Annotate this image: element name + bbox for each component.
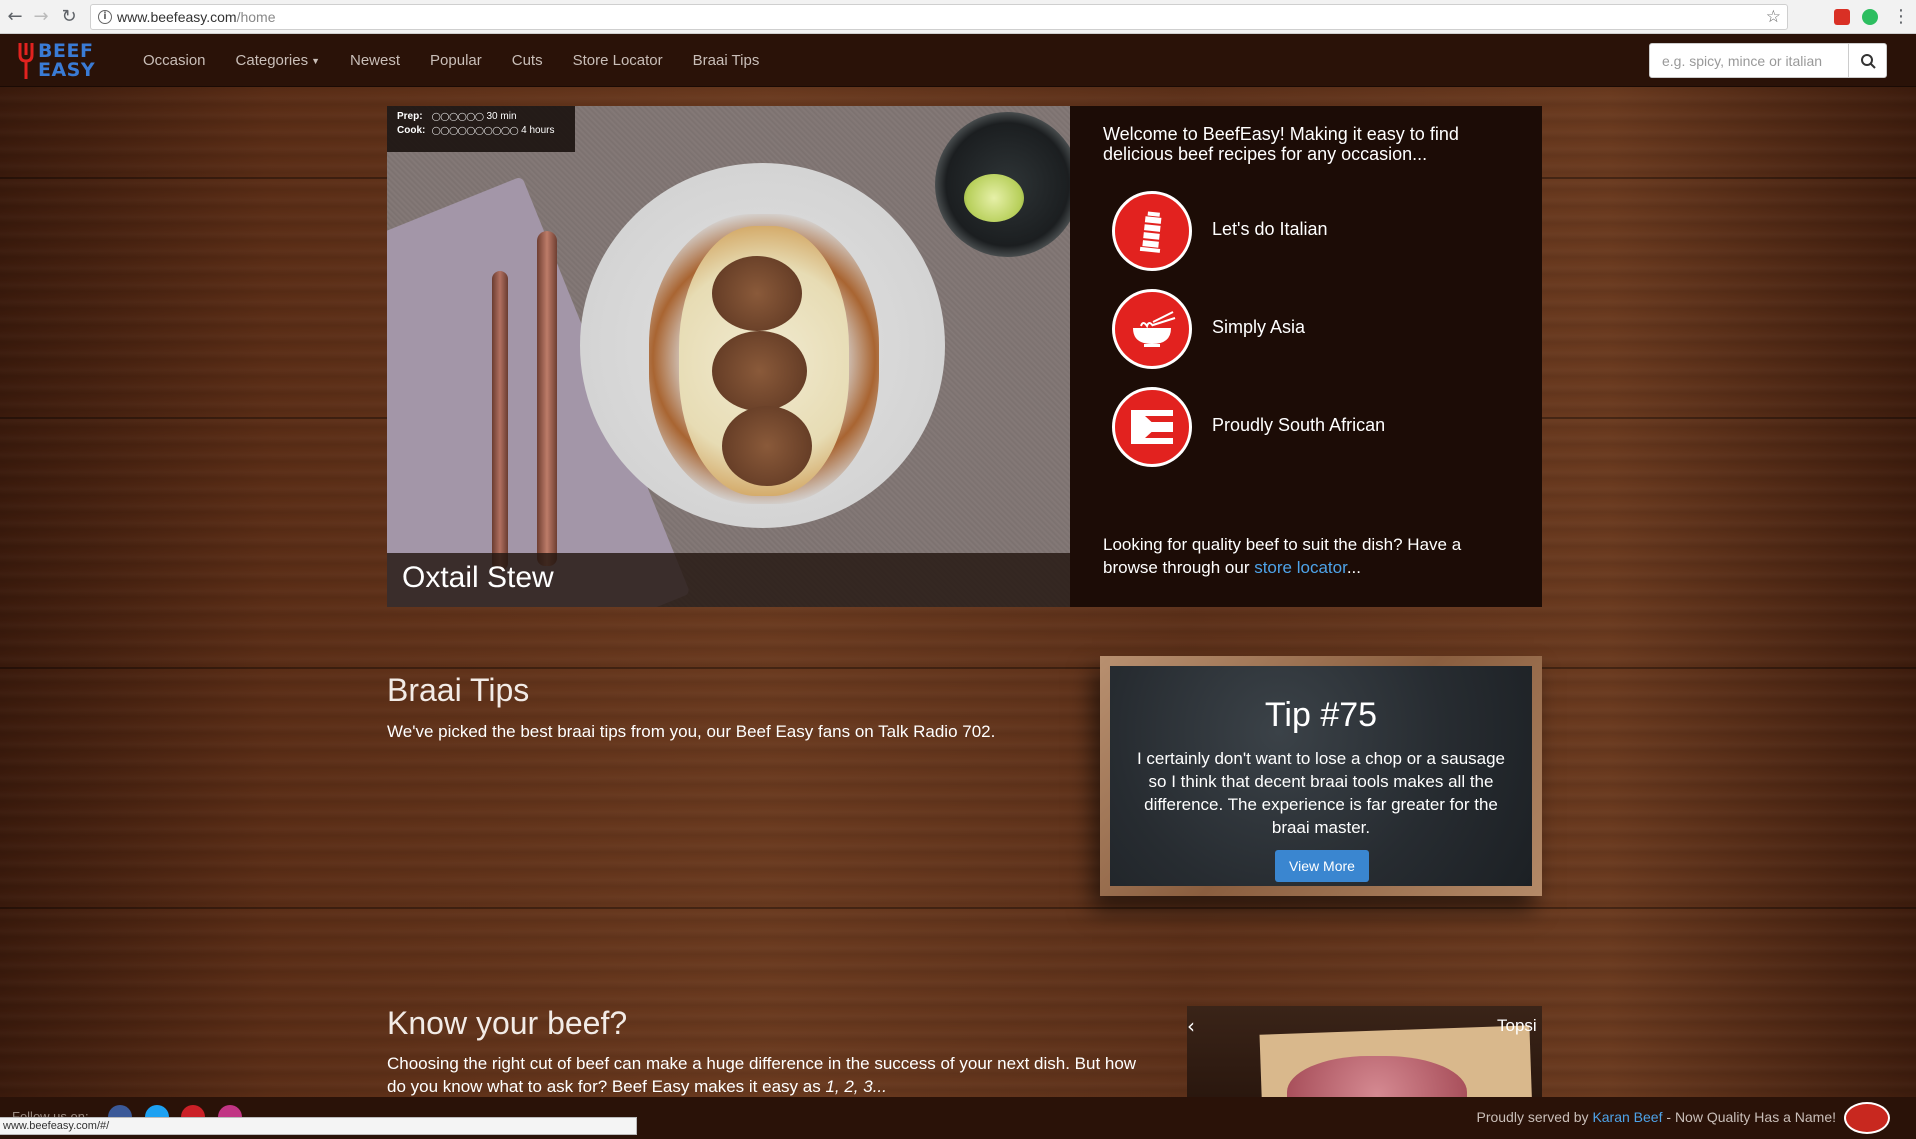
occasion-label: Proudly South African — [1212, 415, 1386, 435]
beef-easy-logo[interactable]: BEEF EASY — [18, 40, 108, 82]
cuts-carousel[interactable]: ‹ Topsi — [1187, 1006, 1542, 1097]
nav-occasion[interactable]: Occasion — [143, 34, 206, 87]
prep-label: Prep: — [397, 111, 423, 122]
evernote-extension-icon[interactable] — [1862, 9, 1878, 25]
nav-newest[interactable]: Newest — [350, 34, 400, 87]
browser-status-bar: www.beefeasy.com/#/ — [0, 1117, 637, 1135]
store-locator-blurb: Looking for quality beef to suit the dis… — [1103, 535, 1462, 577]
occasion-label: Simply Asia — [1212, 317, 1306, 337]
back-icon[interactable]: ← — [4, 6, 26, 28]
braai-tips-heading: Braai Tips — [387, 672, 530, 708]
tip-title: Tip #75 — [1264, 696, 1378, 734]
search-input[interactable] — [1649, 43, 1849, 78]
tip-text: I certainly don't want to lose a chop or… — [1136, 749, 1506, 837]
tip-slate: Tip #75 I certainly don't want to lose a… — [1110, 666, 1532, 886]
cook-rating-dots: ◯◯◯◯◯◯◯◯◯◯ — [431, 126, 519, 135]
nav-store-locator[interactable]: Store Locator — [573, 34, 663, 87]
search-form — [1649, 43, 1887, 78]
nav-popular[interactable]: Popular — [430, 34, 482, 87]
noodle-bowl-icon — [1133, 311, 1176, 347]
occasion-italian[interactable]: Let's do Italian — [1112, 191, 1512, 271]
leaning-tower-icon — [1139, 211, 1162, 253]
served-by-text: Proudly served by Karan Beef - Now Quali… — [1476, 1109, 1836, 1125]
bookmark-star-icon[interactable]: ☆ — [1766, 5, 1781, 29]
cook-time: 4 hours — [521, 125, 555, 136]
occasion-asia[interactable]: Simply Asia — [1112, 289, 1512, 369]
braai-tips-text: We've picked the best braai tips from yo… — [387, 722, 996, 741]
browser-menu-icon[interactable]: ⋮ — [1892, 6, 1910, 28]
recipe-caption[interactable]: Oxtail Stew — [387, 553, 1070, 607]
karan-beef-logo[interactable] — [1844, 1102, 1890, 1134]
main-nav: Occasion Categories ▼ Newest Popular Cuts… — [143, 34, 789, 87]
caret-down-icon: ▼ — [311, 55, 320, 66]
address-bar[interactable]: i www.beefeasy.com/home ☆ — [90, 4, 1788, 30]
view-more-button[interactable]: View More — [1275, 850, 1369, 882]
carousel-title: Topsi — [1497, 1016, 1537, 1035]
url-path: /home — [236, 9, 276, 25]
featured-recipe-image[interactable]: Prep: ◯◯◯◯◯◯ 30 min Cook: ◯◯◯◯◯◯◯◯◯◯ 4 h… — [387, 106, 1070, 607]
occasion-label: Let's do Italian — [1212, 219, 1328, 239]
forward-icon[interactable]: → — [30, 6, 52, 28]
know-beef-text: Choosing the right cut of beef can make … — [387, 1054, 1137, 1096]
fork-logo-icon — [18, 43, 34, 79]
reload-icon[interactable]: ↻ — [58, 6, 80, 28]
welcome-text: Welcome to BeefEasy! Making it easy to f… — [1103, 124, 1459, 164]
browser-toolbar: ← → ↻ i www.beefeasy.com/home ☆ ⋮ — [0, 0, 1916, 34]
recipe-times: Prep: ◯◯◯◯◯◯ 30 min Cook: ◯◯◯◯◯◯◯◯◯◯ 4 h… — [387, 106, 575, 152]
logo-wordmark: BEEF EASY — [38, 40, 96, 81]
search-button[interactable] — [1848, 43, 1887, 78]
calendar-extension-icon[interactable] — [1834, 9, 1850, 25]
nav-braai-tips[interactable]: Braai Tips — [693, 34, 760, 87]
tip-card: Tip #75 I certainly don't want to lose a… — [1100, 656, 1542, 896]
search-icon — [1861, 54, 1876, 69]
karan-beef-link[interactable]: Karan Beef — [1592, 1109, 1662, 1125]
prep-time: 30 min — [486, 111, 517, 122]
nav-categories[interactable]: Categories ▼ — [236, 34, 320, 88]
store-locator-link[interactable]: store locator — [1254, 558, 1347, 577]
occasion-panel: Welcome to BeefEasy! Making it easy to f… — [1070, 106, 1542, 607]
nav-cuts[interactable]: Cuts — [512, 34, 543, 87]
site-navbar: BEEF EASY Occasion Categories ▼ Newest Po… — [0, 34, 1916, 87]
cook-label: Cook: — [397, 125, 426, 136]
occasion-south-african[interactable]: Proudly South African — [1112, 387, 1512, 467]
prep-rating-dots: ◯◯◯◯◯◯ — [431, 112, 484, 121]
carousel-prev-icon[interactable]: ‹ — [1187, 1014, 1195, 1038]
sa-flag-icon — [1131, 410, 1173, 444]
hero-section: Prep: ◯◯◯◯◯◯ 30 min Cook: ◯◯◯◯◯◯◯◯◯◯ 4 h… — [387, 106, 1542, 607]
url-domain: www.beefeasy.com — [117, 9, 237, 25]
info-icon[interactable]: i — [98, 10, 112, 24]
know-beef-heading: Know your beef? — [387, 1005, 628, 1041]
recipe-title: Oxtail Stew — [402, 561, 554, 594]
